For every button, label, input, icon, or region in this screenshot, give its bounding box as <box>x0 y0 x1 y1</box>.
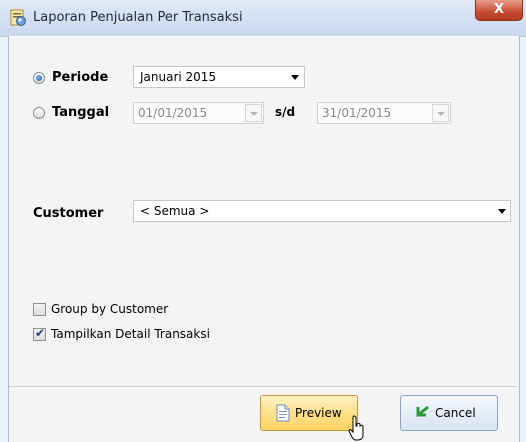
group-by-customer-checkbox[interactable] <box>33 303 46 316</box>
periode-label: Periode <box>52 70 109 85</box>
report-dialog: Laporan Penjualan Per Transaksi X Period… <box>0 0 526 442</box>
chevron-down-icon <box>291 75 299 80</box>
periode-select[interactable]: Januari 2015 <box>133 66 305 88</box>
date-dropdown-icon[interactable] <box>432 104 449 122</box>
body-top-highlight <box>9 36 517 37</box>
tanggal-from-value: 01/01/2015 <box>138 106 208 120</box>
tanggal-radio[interactable] <box>33 107 45 119</box>
tanggal-to-field[interactable]: 31/01/2015 <box>317 102 451 124</box>
cancel-button[interactable]: Cancel <box>400 395 498 431</box>
tanggal-from-field[interactable]: 01/01/2015 <box>133 102 264 124</box>
preview-label: Preview <box>295 406 342 420</box>
tanggal-to-value: 31/01/2015 <box>322 106 392 120</box>
customer-label: Customer <box>33 206 104 221</box>
periode-radio[interactable] <box>33 72 45 84</box>
show-detail-checkbox[interactable] <box>33 326 46 341</box>
close-icon: X <box>493 2 505 17</box>
undo-arrow-icon <box>416 405 429 417</box>
group-by-customer-label: Group by Customer <box>51 302 169 316</box>
close-button[interactable]: X <box>475 0 523 21</box>
dialog-body <box>8 36 520 442</box>
customer-value: < Semua > <box>140 204 210 218</box>
mouse-pointer-icon <box>348 415 364 441</box>
preview-button[interactable]: Preview <box>260 395 358 431</box>
report-app-icon <box>10 9 26 26</box>
document-preview-icon <box>276 404 290 422</box>
show-detail-label: Tampilkan Detail Transaksi <box>51 327 210 341</box>
date-dropdown-icon[interactable] <box>245 104 262 122</box>
chevron-down-icon <box>498 209 506 214</box>
cancel-label: Cancel <box>435 406 476 420</box>
tanggal-label: Tanggal <box>52 105 110 120</box>
periode-value: Januari 2015 <box>140 70 217 84</box>
date-separator: s/d <box>275 105 296 119</box>
window-title: Laporan Penjualan Per Transaksi <box>33 10 243 25</box>
customer-select[interactable]: < Semua > <box>133 200 511 222</box>
title-bar: Laporan Penjualan Per Transaksi X <box>0 0 526 37</box>
footer-divider <box>9 386 517 387</box>
